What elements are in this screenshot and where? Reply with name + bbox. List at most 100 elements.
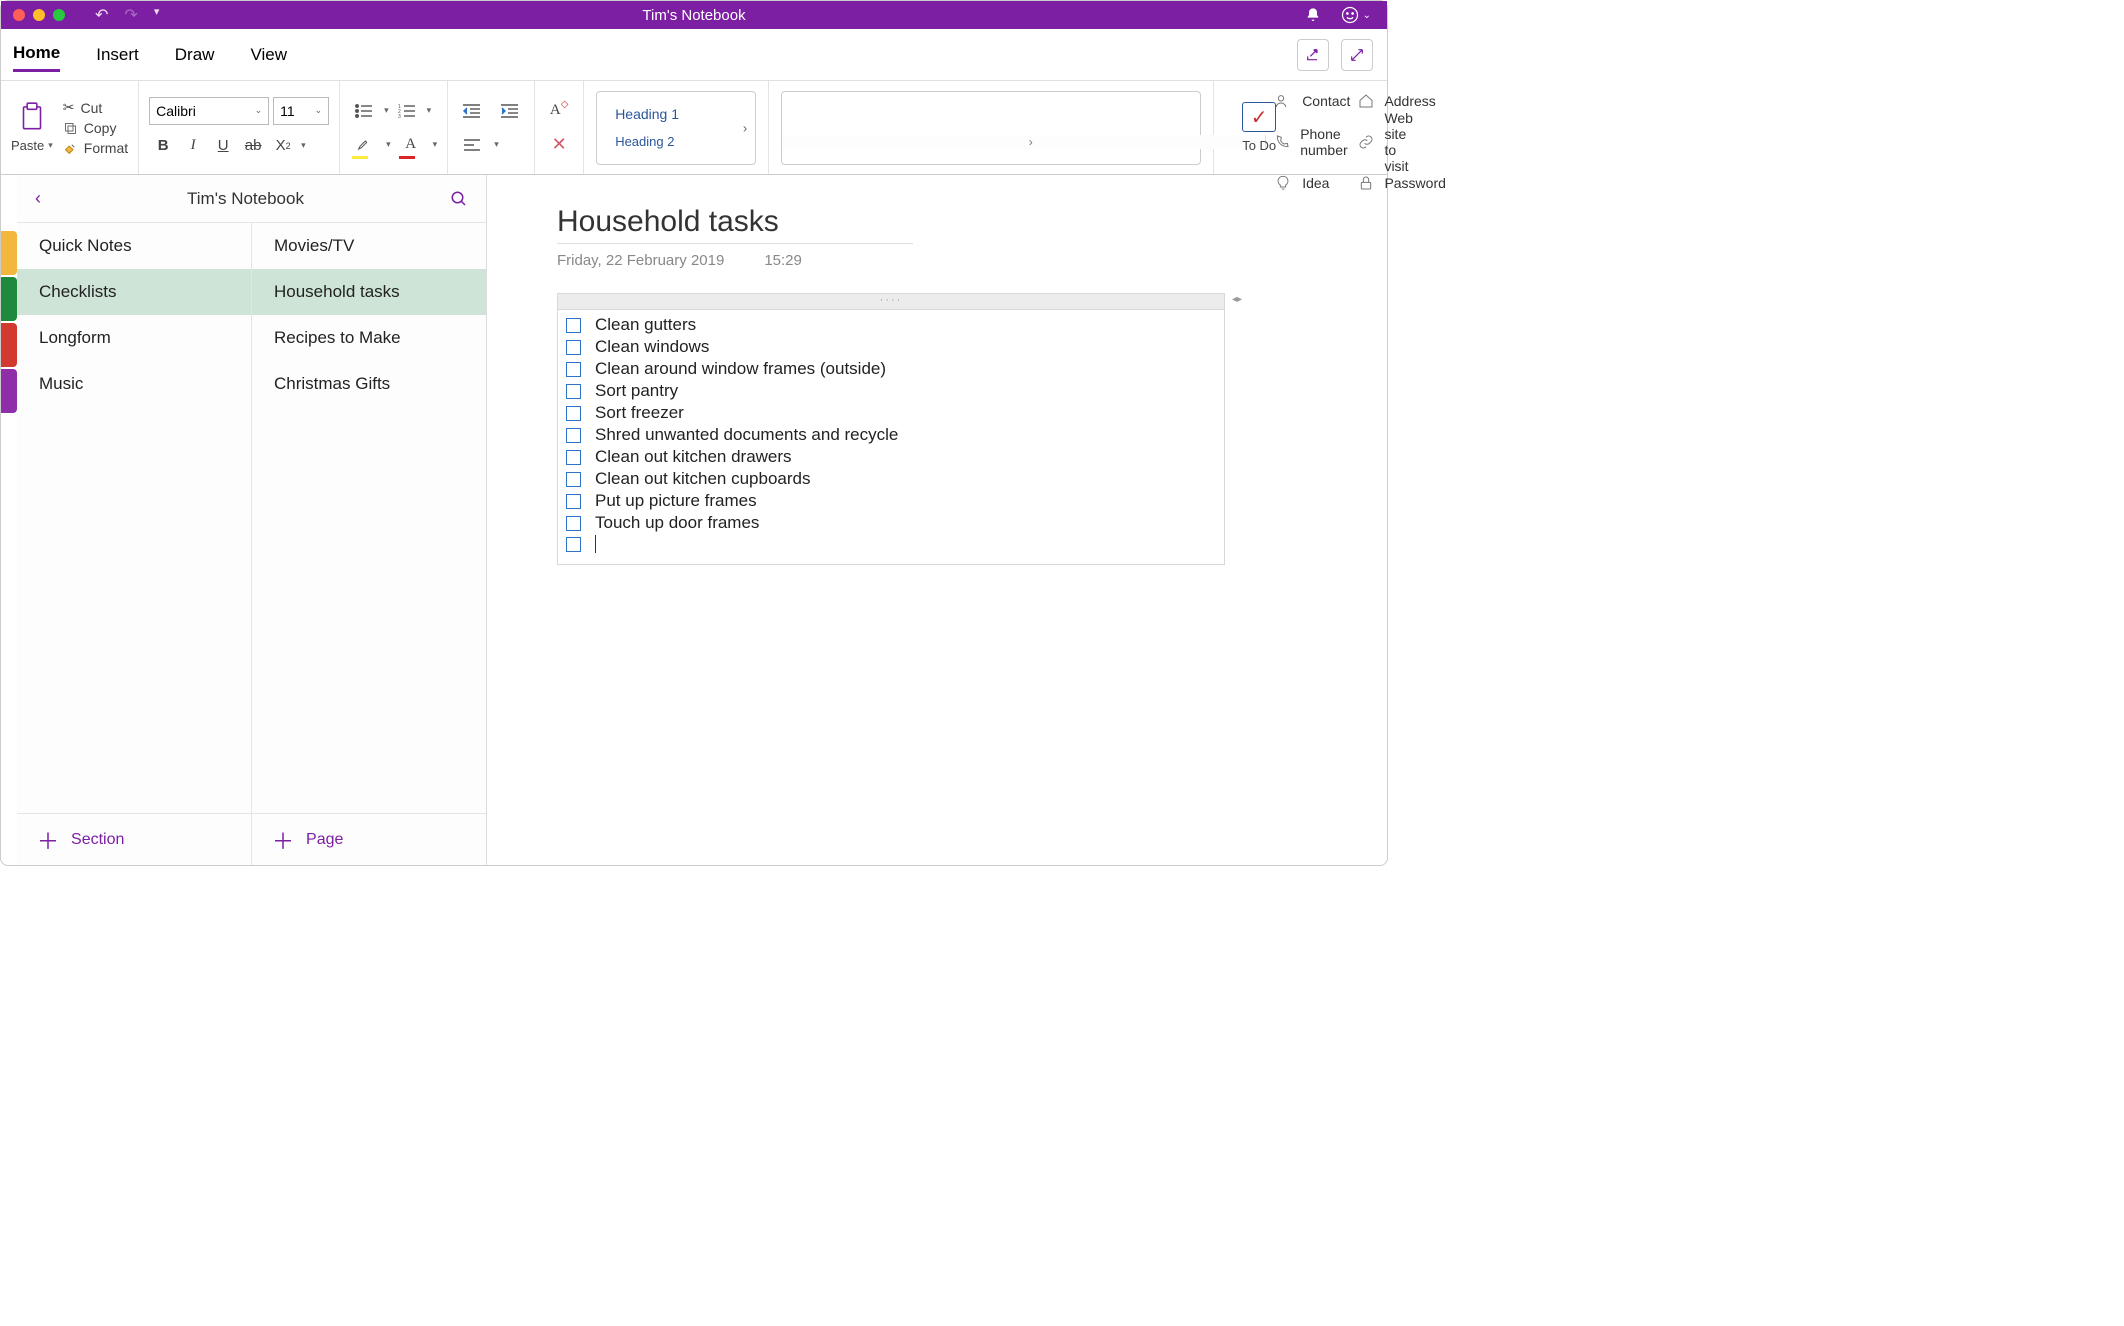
highlight-button[interactable] <box>350 132 378 158</box>
page-title[interactable]: Household tasks <box>557 205 1317 239</box>
task-row[interactable]: Sort pantry <box>566 380 1216 402</box>
fullscreen-button[interactable] <box>1341 39 1373 71</box>
task-text[interactable]: Sort pantry <box>595 381 678 401</box>
chevron-down-icon[interactable]: ▾ <box>386 139 391 150</box>
section-color-tab[interactable] <box>1 277 17 321</box>
close-window-button[interactable] <box>13 9 25 21</box>
task-row[interactable]: Clean out kitchen cupboards <box>566 468 1216 490</box>
task-row-empty[interactable] <box>566 534 1216 554</box>
redo-icon[interactable]: ↷ <box>124 5 137 25</box>
checkbox[interactable] <box>566 428 581 443</box>
checkbox[interactable] <box>566 494 581 509</box>
chevron-down-icon[interactable]: ▾ <box>384 105 389 116</box>
back-icon[interactable]: ‹ <box>35 188 41 209</box>
section-item[interactable]: Quick Notes <box>17 223 251 269</box>
task-row[interactable]: Sort freezer <box>566 402 1216 424</box>
align-button[interactable] <box>458 132 486 158</box>
numbering-button[interactable]: 123 <box>393 98 421 124</box>
section-item[interactable]: Checklists <box>17 269 251 315</box>
chevron-down-icon[interactable]: ▾ <box>48 140 53 151</box>
account-icon[interactable]: ⌄ <box>1341 6 1371 24</box>
style-heading2[interactable]: Heading 2 <box>615 128 755 155</box>
tab-insert[interactable]: Insert <box>96 39 139 71</box>
tag-address[interactable]: Address <box>1350 92 1364 110</box>
checkbox[interactable] <box>566 450 581 465</box>
notifications-icon[interactable] <box>1305 7 1321 23</box>
page-item[interactable]: Movies/TV <box>252 223 486 269</box>
chevron-down-icon[interactable]: ▾ <box>427 105 432 116</box>
task-row[interactable]: Clean out kitchen drawers <box>566 446 1216 468</box>
task-text[interactable]: Shred unwanted documents and recycle <box>595 425 898 445</box>
copy-button[interactable]: Copy <box>63 120 128 136</box>
task-row[interactable]: Clean around window frames (outside) <box>566 358 1216 380</box>
page-item[interactable]: Christmas Gifts <box>252 361 486 407</box>
tag-web[interactable]: Web site to visit <box>1350 110 1364 174</box>
bullets-button[interactable] <box>350 98 378 124</box>
task-text[interactable]: Clean gutters <box>595 315 696 335</box>
strikethrough-button[interactable]: ab <box>239 133 267 159</box>
chevron-down-icon[interactable]: ▾ <box>301 140 306 151</box>
tags-next[interactable]: › <box>796 135 1266 149</box>
font-size-select[interactable]: 11⌄ <box>273 97 329 125</box>
task-text[interactable]: Clean out kitchen drawers <box>595 447 792 467</box>
font-color-button[interactable]: A <box>397 132 425 158</box>
task-text[interactable]: Put up picture frames <box>595 491 757 511</box>
notebook-name[interactable]: Tim's Notebook <box>187 189 304 209</box>
task-text[interactable]: Touch up door frames <box>595 513 759 533</box>
zoom-window-button[interactable] <box>53 9 65 21</box>
content-container[interactable]: ◂▸ Clean guttersClean windowsClean aroun… <box>557 293 1225 565</box>
checkbox[interactable] <box>566 362 581 377</box>
page-item[interactable]: Household tasks <box>252 269 486 315</box>
page-item[interactable]: Recipes to Make <box>252 315 486 361</box>
font-name-select[interactable]: Calibri⌄ <box>149 97 269 125</box>
format-painter-button[interactable]: Format <box>63 140 128 156</box>
todo-button[interactable]: ✓ To Do <box>1224 102 1294 153</box>
qat-dropdown-icon[interactable]: ▾ <box>154 5 160 25</box>
checkbox[interactable] <box>566 384 581 399</box>
checkbox[interactable] <box>566 340 581 355</box>
checkbox[interactable] <box>566 318 581 333</box>
section-item[interactable]: Longform <box>17 315 251 361</box>
add-section-button[interactable]: ＋Section <box>17 814 252 865</box>
resize-grip-icon[interactable]: ◂▸ <box>1232 294 1242 305</box>
section-color-tab[interactable] <box>1 323 17 367</box>
task-row[interactable]: Clean windows <box>566 336 1216 358</box>
task-text[interactable]: Sort freezer <box>595 403 684 423</box>
task-row[interactable]: Touch up door frames <box>566 512 1216 534</box>
container-handle[interactable]: ◂▸ <box>558 294 1224 310</box>
bold-button[interactable]: B <box>149 133 177 159</box>
task-row[interactable]: Clean gutters <box>566 314 1216 336</box>
task-text[interactable]: Clean out kitchen cupboards <box>595 469 810 489</box>
task-text[interactable]: Clean windows <box>595 337 709 357</box>
share-button[interactable] <box>1297 39 1329 71</box>
section-color-tab[interactable] <box>1 369 17 413</box>
chevron-down-icon[interactable]: ▾ <box>433 139 438 150</box>
tags-gallery[interactable]: ‹ Contact Address › Phone number Web sit… <box>781 91 1201 165</box>
paste-button[interactable]: Paste▾ <box>11 102 53 153</box>
clear-formatting-button[interactable]: A◇ <box>545 98 573 124</box>
style-heading1[interactable]: Heading 1 <box>615 100 755 128</box>
task-row[interactable]: Put up picture frames <box>566 490 1216 512</box>
minimize-window-button[interactable] <box>33 9 45 21</box>
styles-gallery[interactable]: Heading 1 Heading 2 › <box>596 91 756 165</box>
task-row[interactable]: Shred unwanted documents and recycle <box>566 424 1216 446</box>
undo-icon[interactable]: ↶ <box>95 5 108 25</box>
checkbox[interactable] <box>566 537 581 552</box>
checkbox[interactable] <box>566 472 581 487</box>
page-editor[interactable]: Household tasks Friday, 22 February 2019… <box>487 175 1387 865</box>
cut-button[interactable]: ✂Cut <box>63 99 128 116</box>
underline-button[interactable]: U <box>209 133 237 159</box>
task-list[interactable]: Clean guttersClean windowsClean around w… <box>558 310 1224 564</box>
tab-view[interactable]: View <box>250 39 287 71</box>
add-page-button[interactable]: ＋Page <box>252 814 486 865</box>
indent-button[interactable] <box>496 98 524 124</box>
chevron-down-icon[interactable]: ▾ <box>494 139 499 150</box>
subscript-button[interactable]: X2 <box>269 133 297 159</box>
checkbox[interactable] <box>566 406 581 421</box>
italic-button[interactable]: I <box>179 133 207 159</box>
tab-draw[interactable]: Draw <box>175 39 215 71</box>
task-text[interactable]: Clean around window frames (outside) <box>595 359 886 379</box>
delete-button[interactable]: ✕ <box>545 132 573 158</box>
section-item[interactable]: Music <box>17 361 251 407</box>
checkbox[interactable] <box>566 516 581 531</box>
